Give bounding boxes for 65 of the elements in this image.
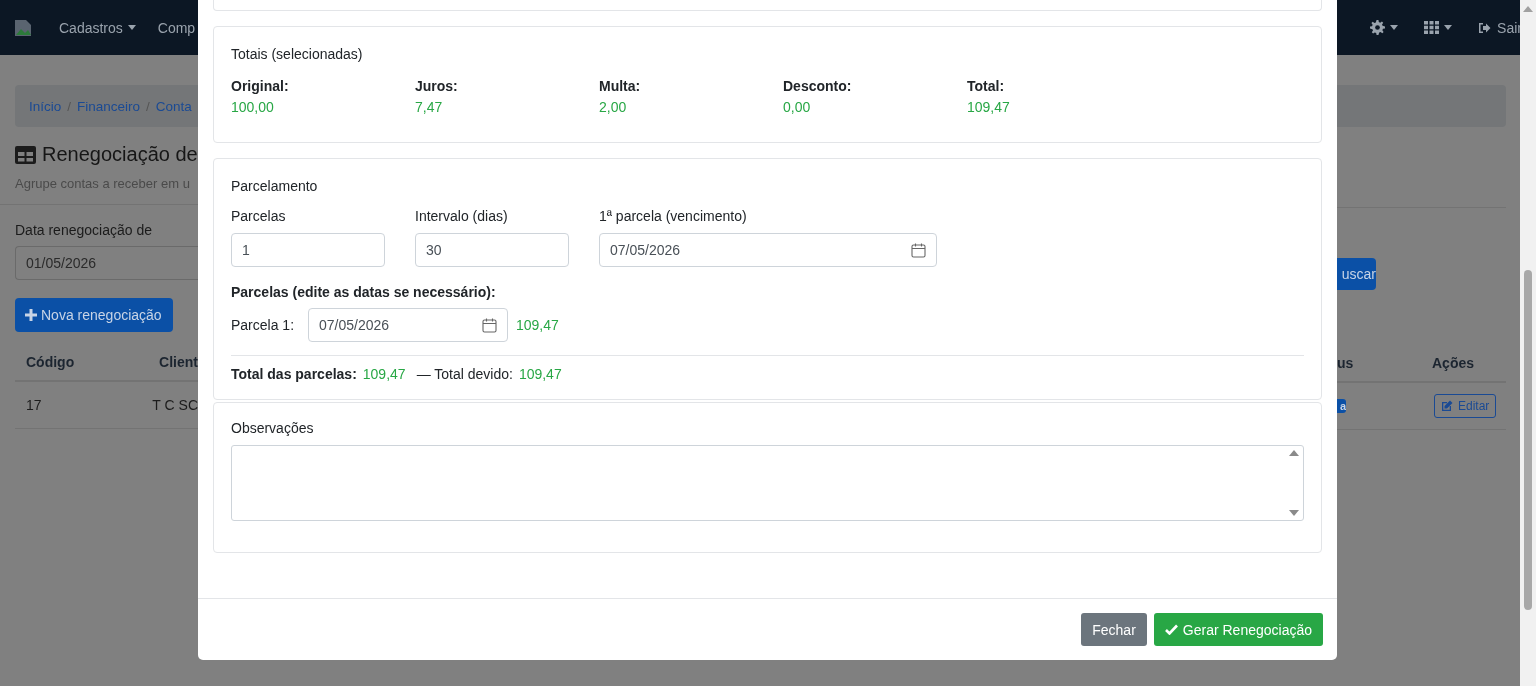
logout-link[interactable]: Sair <box>1478 19 1522 36</box>
new-renegotiation-button[interactable]: Nova renegociação <box>15 298 173 332</box>
total-label: Desconto: <box>783 78 853 94</box>
total-label: Multa: <box>599 78 642 94</box>
installment-label: Parcela 1: <box>231 317 296 333</box>
scroll-up-icon[interactable] <box>1523 6 1533 12</box>
notes-field[interactable] <box>231 445 1304 521</box>
breadcrumb-separator: / <box>67 98 72 114</box>
section-title: Parcelas (edite as datas se necessário): <box>231 284 497 300</box>
summary-value: 109,47 <box>518 366 562 382</box>
total-value: 100,00 <box>231 99 275 115</box>
page-title: Renegociação de <box>42 143 198 166</box>
settings-menu[interactable] <box>1370 20 1399 35</box>
number-field[interactable]: 1 <box>231 233 385 267</box>
gear-icon <box>1370 20 1386 35</box>
field-label: Observações <box>231 420 315 436</box>
card-title: Parcelamento <box>231 178 319 194</box>
scrollbar[interactable] <box>1520 0 1536 686</box>
scroll-arrows-drawing[interactable] <box>1289 449 1299 517</box>
calendar-icon[interactable] <box>482 317 497 333</box>
search-button[interactable]: uscar <box>1337 258 1376 290</box>
scrollbar-thumb[interactable] <box>1524 270 1532 610</box>
column-header: Ações <box>1432 355 1475 371</box>
check-icon <box>1164 624 1178 635</box>
summary-value: 109,47 <box>362 366 406 382</box>
broken-image-icon <box>14 18 32 37</box>
calendar-icon[interactable] <box>911 242 926 258</box>
date-field[interactable]: 01/05/2026 <box>15 246 198 280</box>
generate-button[interactable]: Gerar Renegociação <box>1153 613 1323 646</box>
column-header: us <box>1337 355 1355 371</box>
field-label: 1ª parcela (vencimento) <box>599 208 748 224</box>
total-value: 0,00 <box>783 99 812 115</box>
total-value: 2,00 <box>599 99 628 115</box>
grid-icon <box>1424 21 1440 34</box>
caret-icon <box>1444 25 1453 30</box>
close-button[interactable]: Fechar <box>1081 613 1147 646</box>
nav-menu[interactable]: Cadastros <box>59 19 136 36</box>
filter-label: Data renegociação de <box>15 222 153 238</box>
summary-label: Total das parcelas: <box>231 366 357 382</box>
summary-label: — Total devido: <box>416 366 513 382</box>
table-cell: T C SC <box>152 397 198 413</box>
nav-menu[interactable]: Comp <box>157 19 196 36</box>
number-field[interactable]: 30 <box>415 233 569 267</box>
table-cell-text: 17 <box>25 397 43 413</box>
status-badge: a <box>1337 399 1346 413</box>
sign-out-icon <box>1478 21 1492 34</box>
column-header: Código <box>25 354 76 370</box>
caret-icon <box>1390 25 1399 30</box>
column-header: Client <box>159 354 198 370</box>
apps-menu[interactable] <box>1424 21 1453 34</box>
field-label: Parcelas <box>231 208 287 224</box>
date-field[interactable]: 07/05/2026 <box>308 308 508 342</box>
total-label: Juros: <box>415 78 459 94</box>
installment-amount: 109,47 <box>516 317 559 333</box>
field-label: Intervalo (dias) <box>415 208 509 224</box>
total-value: 7,47 <box>415 99 444 115</box>
plus-icon <box>25 309 37 321</box>
date-field[interactable]: 07/05/2026 <box>599 233 937 267</box>
total-label: Original: <box>231 78 290 94</box>
total-value: 109,47 <box>967 99 1011 115</box>
card-title: Totais (selecionadas) <box>231 46 364 62</box>
edit-icon <box>1441 400 1453 412</box>
table-icon <box>15 145 36 164</box>
breadcrumb-separator: / <box>146 98 150 114</box>
total-label: Total: <box>967 78 1006 94</box>
